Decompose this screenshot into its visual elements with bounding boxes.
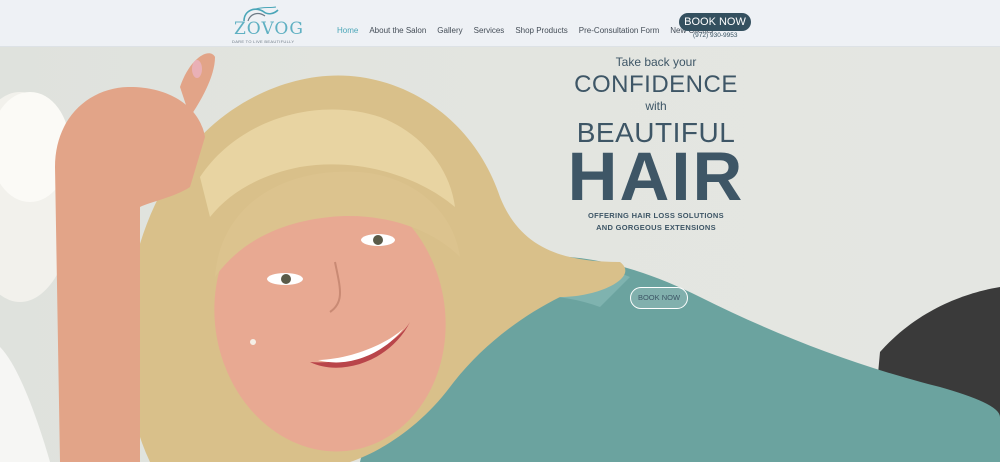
nav-item-shop-products[interactable]: Shop Products: [515, 26, 567, 35]
logo-wordmark: ZOVOG: [234, 19, 304, 39]
nav-item-home[interactable]: Home: [337, 26, 358, 35]
hero-subtitle-line1: OFFERING HAIR LOSS SOLUTIONS: [588, 211, 724, 220]
hero-subtitle-line2: AND GORGEOUS EXTENSIONS: [596, 223, 716, 232]
header-book-now-button[interactable]: BOOK NOW: [679, 13, 751, 31]
nav-item-gallery[interactable]: Gallery: [437, 26, 462, 35]
hero-photo-woman-smiling: [0, 53, 1000, 462]
main-nav: Home About the Salon Gallery Services Sh…: [337, 26, 724, 35]
site-logo[interactable]: ZOVOG DARE TO LIVE BEAUTIFULLY: [230, 6, 303, 44]
phone-number[interactable]: (972) 930-9953: [693, 32, 737, 39]
hero-line-confidence: CONFIDENCE: [574, 71, 738, 98]
hero-book-now-button[interactable]: BOOK NOW: [630, 287, 688, 309]
hero-line-hair: HAIR: [567, 138, 745, 215]
nav-item-about-the-salon[interactable]: About the Salon: [369, 26, 426, 35]
hero-line-take-back: Take back your: [615, 55, 697, 69]
site-header: ZOVOG DARE TO LIVE BEAUTIFULLY Home Abou…: [0, 0, 1000, 47]
logo-tagline: DARE TO LIVE BEAUTIFULLY: [232, 39, 295, 44]
hero-line-with: with: [645, 99, 667, 113]
nav-item-pre-consultation-form[interactable]: Pre-Consultation Form: [579, 26, 659, 35]
hero-banner: Take back your CONFIDENCE with BEAUTIFUL…: [0, 47, 1000, 462]
nav-item-services[interactable]: Services: [474, 26, 505, 35]
